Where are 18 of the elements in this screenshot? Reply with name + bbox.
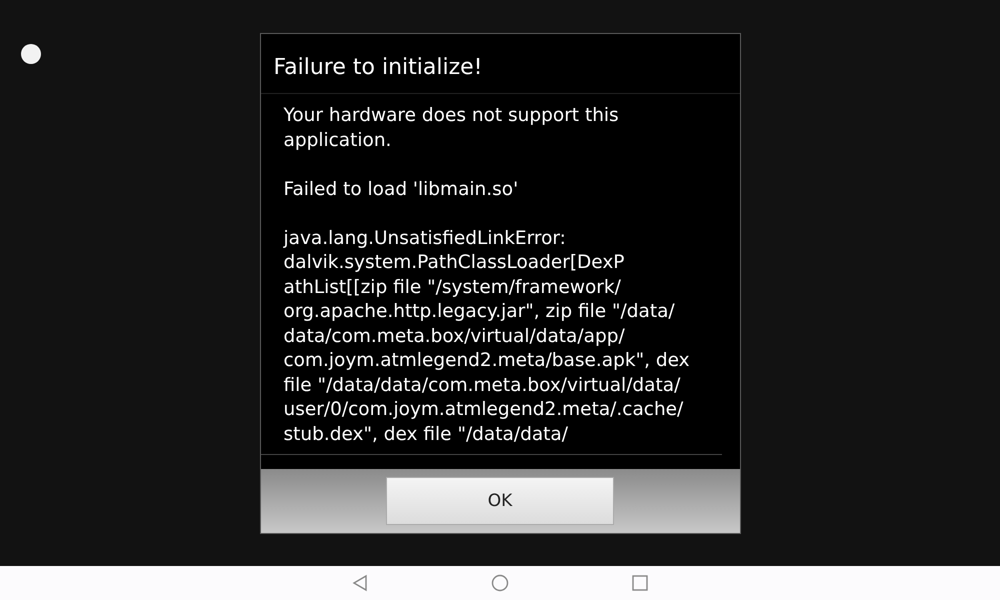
- message-text: stub.dex", dex file "/data/data/: [284, 422, 568, 446]
- dialog-title: Failure to initialize!: [260, 34, 740, 94]
- message-text: dalvik.system.PathClassLoader[DexP: [284, 251, 624, 275]
- message-text: Your hardware does not support this: [284, 104, 619, 128]
- message-text: java.lang.UnsatisfiedLinkError:: [284, 226, 566, 250]
- message-text: data/com.meta.box/virtual/data/app/: [284, 324, 625, 348]
- message-text: user/0/com.joym.atmlegend2.meta/.cache/: [284, 398, 684, 422]
- message-text: file "/data/data/com.meta.box/virtual/data/: [284, 374, 680, 398]
- home-icon[interactable]: [491, 574, 509, 592]
- message-text: com.joym.atmlegend2.meta/base.apk", dex: [284, 349, 690, 373]
- back-icon[interactable]: [351, 574, 369, 592]
- message-text: athList[[zip file "/system/framework/: [284, 276, 621, 300]
- message-text: application.: [284, 128, 392, 152]
- ok-button[interactable]: OK: [386, 477, 614, 525]
- message-text: Failed to load 'libmain.so': [284, 178, 518, 202]
- recents-icon[interactable]: [631, 574, 649, 592]
- floating-ball-icon[interactable]: [21, 44, 41, 64]
- message-text: org.apache.http.legacy.jar", zip file "/data/: [284, 300, 675, 324]
